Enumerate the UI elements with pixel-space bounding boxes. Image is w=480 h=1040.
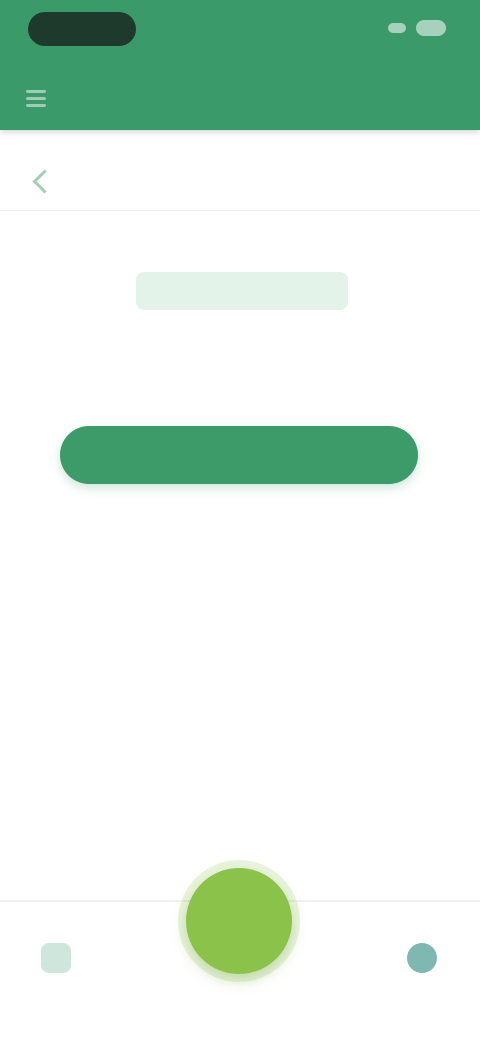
- toolbar: [0, 70, 480, 130]
- signal-icon: [388, 23, 406, 33]
- nav-item-profile[interactable]: [404, 940, 440, 976]
- status-icons: [388, 20, 446, 36]
- app-screen: [0, 0, 480, 1040]
- nav-item-home[interactable]: [38, 940, 74, 976]
- subheader: [0, 150, 480, 211]
- empty-state-title: [136, 272, 348, 310]
- menu-icon[interactable]: [22, 86, 50, 114]
- back-icon[interactable]: [28, 168, 57, 194]
- toolbar-title: [130, 88, 350, 112]
- subheader-label: [80, 170, 240, 190]
- status-pill: [28, 12, 136, 46]
- app-header: [0, 0, 480, 130]
- primary-action-button[interactable]: [60, 426, 418, 484]
- profile-icon: [407, 943, 437, 973]
- battery-icon: [416, 20, 446, 36]
- home-icon: [41, 943, 71, 973]
- floating-action-button[interactable]: [186, 868, 292, 974]
